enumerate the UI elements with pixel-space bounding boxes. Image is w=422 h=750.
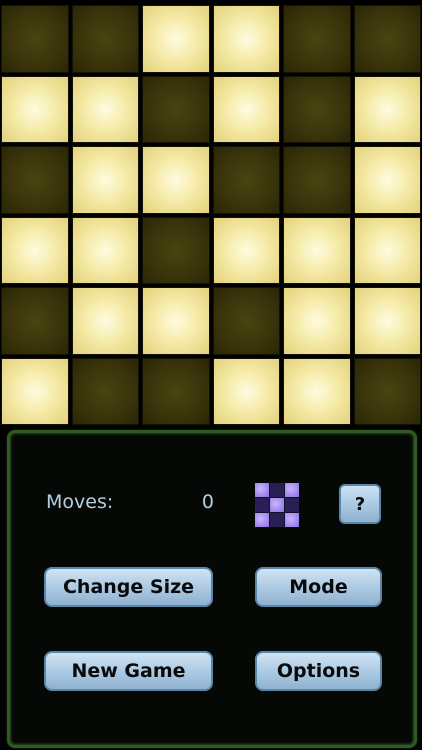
options-button[interactable]: Options xyxy=(255,651,382,691)
board-cell-r5-c3[interactable] xyxy=(142,287,210,355)
board-cell-r6-c5[interactable] xyxy=(283,357,351,425)
board-cell-r1-c2[interactable] xyxy=(71,5,139,73)
mode-preview-cell xyxy=(285,513,299,527)
board-cell-r3-c1[interactable] xyxy=(1,146,69,214)
board-cell-r1-c1[interactable] xyxy=(1,5,69,73)
new-game-button[interactable]: New Game xyxy=(44,651,213,691)
board-cell-r3-c3[interactable] xyxy=(142,146,210,214)
board-cell-r1-c4[interactable] xyxy=(212,5,280,73)
mode-preview-cell xyxy=(255,483,269,497)
board-cell-r5-c5[interactable] xyxy=(283,287,351,355)
board-cell-r1-c5[interactable] xyxy=(283,5,351,73)
change-size-button[interactable]: Change Size xyxy=(44,567,213,607)
board-cell-r2-c1[interactable] xyxy=(1,75,69,143)
mode-preview-cell xyxy=(255,498,269,512)
moves-counter: 0 xyxy=(201,491,214,513)
board-cell-r4-c4[interactable] xyxy=(212,216,280,284)
board-cell-r3-c4[interactable] xyxy=(212,146,280,214)
board-cell-r2-c3[interactable] xyxy=(142,75,210,143)
mode-preview-cell xyxy=(270,513,284,527)
board-cell-r4-c1[interactable] xyxy=(1,216,69,284)
mode-preview-cell xyxy=(285,498,299,512)
board-cell-r3-c5[interactable] xyxy=(283,146,351,214)
board-cell-r1-c3[interactable] xyxy=(142,5,210,73)
board-cell-r2-c2[interactable] xyxy=(71,75,139,143)
game-board xyxy=(0,4,422,426)
mode-preview-cell xyxy=(270,498,284,512)
board-cell-r2-c6[interactable] xyxy=(353,75,421,143)
board-cell-r4-c6[interactable] xyxy=(353,216,421,284)
board-cell-r1-c6[interactable] xyxy=(353,5,421,73)
control-panel: Moves: 0 ? Change Size Mode New Game Opt… xyxy=(7,430,417,748)
board-cell-r6-c2[interactable] xyxy=(71,357,139,425)
moves-label: Moves: xyxy=(46,491,114,513)
board-cell-r6-c6[interactable] xyxy=(353,357,421,425)
mode-button[interactable]: Mode xyxy=(255,567,382,607)
board-cell-r5-c6[interactable] xyxy=(353,287,421,355)
mode-preview-cell xyxy=(270,483,284,497)
mode-pattern-icon[interactable] xyxy=(255,483,299,527)
board-cell-r4-c5[interactable] xyxy=(283,216,351,284)
board-cell-r3-c2[interactable] xyxy=(71,146,139,214)
mode-preview-cell xyxy=(255,513,269,527)
board-cell-r2-c4[interactable] xyxy=(212,75,280,143)
board-cell-r5-c1[interactable] xyxy=(1,287,69,355)
board-cell-r5-c2[interactable] xyxy=(71,287,139,355)
board-cell-r3-c6[interactable] xyxy=(353,146,421,214)
board-cell-r6-c4[interactable] xyxy=(212,357,280,425)
mode-preview-cell xyxy=(285,483,299,497)
board-cell-r2-c5[interactable] xyxy=(283,75,351,143)
board-cell-r6-c3[interactable] xyxy=(142,357,210,425)
board-cell-r4-c2[interactable] xyxy=(71,216,139,284)
board-cell-r6-c1[interactable] xyxy=(1,357,69,425)
help-button[interactable]: ? xyxy=(339,484,381,524)
board-cell-r5-c4[interactable] xyxy=(212,287,280,355)
board-cell-r4-c3[interactable] xyxy=(142,216,210,284)
